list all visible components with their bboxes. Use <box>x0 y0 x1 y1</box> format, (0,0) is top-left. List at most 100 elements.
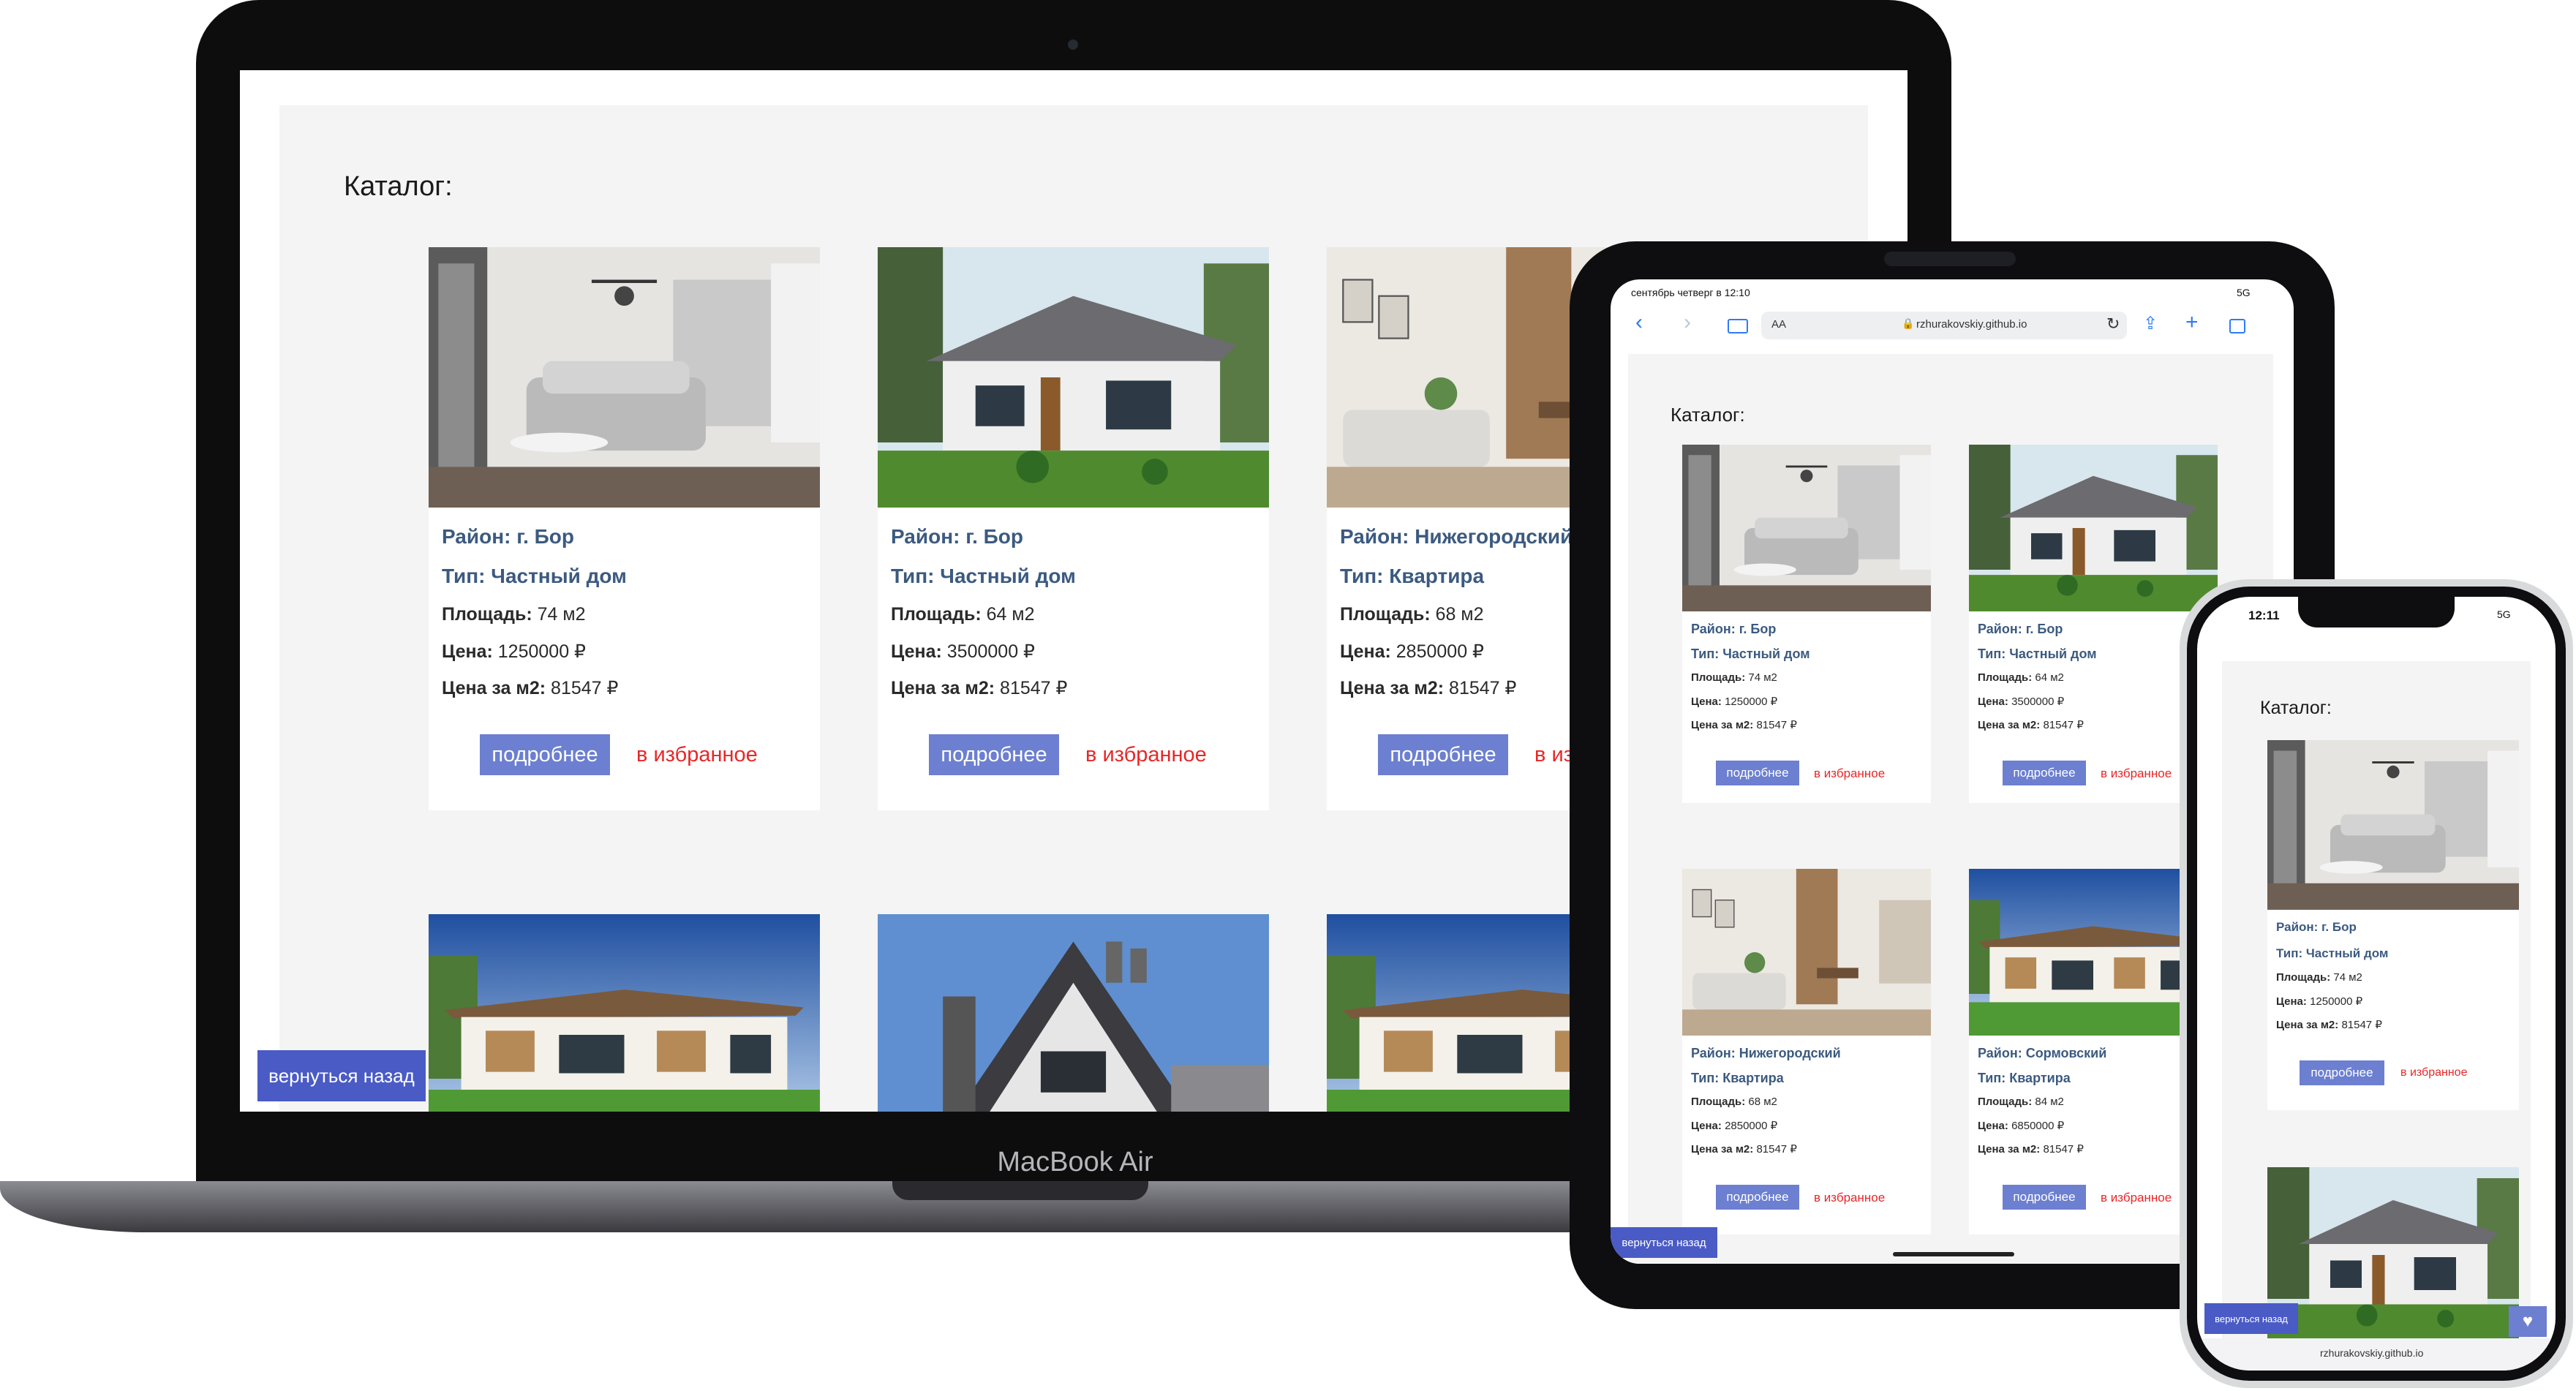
address-url[interactable]: rzhurakovskiy.github.io <box>1916 318 2027 331</box>
tabs-icon[interactable] <box>2229 319 2245 333</box>
listing-price: Цена: 3500000 ₽ <box>891 641 1035 662</box>
tablet-status-time: сентябрь четверг в 12:10 <box>1631 287 1750 298</box>
listing-district: Район: Сормовский <box>1978 1046 2107 1060</box>
listing-price-per-m2: Цена за м2: 81547 ₽ <box>1978 1143 2084 1156</box>
listing-photo-house[interactable] <box>429 914 820 1112</box>
share-icon[interactable]: ⇪ <box>2143 313 2158 334</box>
details-button[interactable]: подробнее <box>2300 1060 2384 1085</box>
listing-type: Тип: Квартира <box>1978 1071 2071 1085</box>
listing-photo-house[interactable] <box>2267 1167 2519 1343</box>
bookmarks-icon[interactable] <box>1728 319 1748 333</box>
listing-photo-interior[interactable] <box>429 247 820 508</box>
listing-card <box>429 914 820 1112</box>
listing-photo-house[interactable] <box>1969 445 2218 611</box>
add-to-favorites-link[interactable]: в избранное <box>2400 1066 2467 1079</box>
phone-status-time: 12:11 <box>2248 608 2280 622</box>
tablet-camera <box>1884 252 2016 266</box>
listing-price-per-m2: Цена за м2: 81547 ₽ <box>442 678 619 698</box>
listing-photo-house[interactable] <box>878 247 1269 508</box>
catalog-title: Каталог: <box>2260 698 2332 718</box>
back-button[interactable]: вернуться назад <box>1611 1227 1717 1258</box>
phone-status-network: 5G <box>2497 608 2511 620</box>
laptop-brand-label: MacBook Air <box>997 1147 1153 1177</box>
text-size-button[interactable]: AA <box>1771 318 1786 331</box>
listing-card <box>2267 1167 2519 1343</box>
add-to-favorites-link[interactable]: в избранное <box>636 743 758 767</box>
add-to-favorites-link[interactable]: в избранное <box>2101 1191 2172 1205</box>
tablet-status-network: 5G <box>2237 287 2251 298</box>
listing-price: Цена: 1250000 ₽ <box>442 641 586 662</box>
new-tab-icon[interactable]: + <box>2185 310 2199 335</box>
listing-card: Район: Нижегородский Тип: Квартира Площа… <box>1682 869 1931 1234</box>
details-button[interactable]: подробнее <box>1716 761 1799 785</box>
listing-photo-interior[interactable] <box>1682 869 1931 1036</box>
listing-card: Район: г. Бор Тип: Частный дом Площадь: … <box>2267 740 2519 1110</box>
listing-type: Тип: Частный дом <box>2276 946 2389 960</box>
catalog-title: Каталог: <box>1671 404 1745 426</box>
listing-area: Площадь: 68 м2 <box>1691 1096 1777 1108</box>
listing-district: Район: Нижегородский <box>1691 1046 1841 1060</box>
catalog-title: Каталог: <box>344 171 453 202</box>
forward-nav-icon[interactable]: › <box>1684 310 1691 335</box>
listing-price-per-m2: Цена за м2: 81547 ₽ <box>891 678 1068 698</box>
add-to-favorites-link[interactable]: в избранное <box>1814 766 1885 781</box>
details-button[interactable]: подробнее <box>929 734 1059 775</box>
listing-area: Площадь: 84 м2 <box>1978 1096 2064 1108</box>
listing-card: Район: г. Бор Тип: Частный дом Площадь: … <box>429 247 820 810</box>
add-to-favorites-link[interactable]: в избранное <box>1814 1191 1885 1205</box>
laptop-notch <box>892 1181 1148 1200</box>
listing-type: Тип: Квартира <box>1691 1071 1784 1085</box>
listing-area: Площадь: 74 м2 <box>1691 671 1777 684</box>
listing-price: Цена: 2850000 ₽ <box>1691 1120 1778 1132</box>
listing-price: Цена: 1250000 ₽ <box>1691 696 1778 708</box>
listing-photo-house[interactable] <box>878 914 1269 1112</box>
listing-district: Район: г. Бор <box>891 525 1023 548</box>
listing-photo-interior[interactable] <box>1682 445 1931 611</box>
listing-price-per-m2: Цена за м2: 81547 ₽ <box>1978 719 2084 731</box>
details-button[interactable]: подробнее <box>2003 761 2086 785</box>
listing-type: Тип: Частный дом <box>891 565 1076 587</box>
listing-price-per-m2: Цена за м2: 81547 ₽ <box>1691 1143 1797 1156</box>
phone-address-url[interactable]: rzhurakovskiy.github.io <box>2320 1347 2423 1359</box>
listing-price: Цена: 6850000 ₽ <box>1978 1120 2065 1132</box>
listing-area: Площадь: 74 м2 <box>2276 971 2362 984</box>
details-button[interactable]: подробнее <box>480 734 610 775</box>
listing-district: Район: г. Бор <box>1978 622 2063 636</box>
add-to-favorites-link[interactable]: в избранное <box>1085 743 1207 767</box>
listing-type: Тип: Квартира <box>1340 565 1485 587</box>
listing-district: Район: г. Бор <box>442 525 574 548</box>
home-indicator <box>1893 1252 2014 1256</box>
lock-icon: 🔒 <box>1902 317 1915 329</box>
back-nav-icon[interactable]: ‹ <box>1635 310 1643 335</box>
phone-screen: 12:11 5G Каталог: Район: г. Бор Тип: Час… <box>2197 597 2556 1371</box>
listing-area: Площадь: 64 м2 <box>1978 671 2064 684</box>
details-button[interactable]: подробнее <box>2003 1185 2086 1210</box>
listing-area: Площадь: 68 м2 <box>1340 604 1484 625</box>
favorites-heart-icon[interactable]: ♥ <box>2509 1306 2547 1337</box>
add-to-favorites-link[interactable]: в избранное <box>2101 766 2172 781</box>
listing-card <box>878 914 1269 1112</box>
listing-price: Цена: 1250000 ₽ <box>2276 995 2363 1008</box>
listing-photo-interior[interactable] <box>2267 740 2519 910</box>
listing-area: Площадь: 74 м2 <box>442 604 586 625</box>
listing-type: Тип: Частный дом <box>442 565 627 587</box>
listing-district: Район: Нижегородский <box>1340 525 1573 548</box>
laptop-camera <box>1068 39 1078 50</box>
back-button[interactable]: вернуться назад <box>257 1050 426 1101</box>
details-button[interactable]: подробнее <box>1378 734 1508 775</box>
listing-type: Тип: Частный дом <box>1691 647 1810 661</box>
listing-type: Тип: Частный дом <box>1978 647 2097 661</box>
listing-district: Район: г. Бор <box>2276 920 2357 934</box>
listing-price-per-m2: Цена за м2: 81547 ₽ <box>1340 678 1517 698</box>
reload-icon[interactable]: ↻ <box>2106 314 2120 333</box>
details-button[interactable]: подробнее <box>1716 1185 1799 1210</box>
listing-price-per-m2: Цена за м2: 81547 ₽ <box>2276 1019 2382 1031</box>
listing-price: Цена: 3500000 ₽ <box>1978 696 2065 708</box>
back-button[interactable]: вернуться назад <box>2204 1303 2298 1334</box>
listing-price: Цена: 2850000 ₽ <box>1340 641 1484 662</box>
phone-device: 12:11 5G Каталог: Район: г. Бор Тип: Час… <box>2180 579 2573 1388</box>
listing-card: Район: г. Бор Тип: Частный дом Площадь: … <box>1682 445 1931 803</box>
listing-price-per-m2: Цена за м2: 81547 ₽ <box>1691 719 1797 731</box>
listing-district: Район: г. Бор <box>1691 622 1777 636</box>
listing-card: Район: г. Бор Тип: Частный дом Площадь: … <box>878 247 1269 810</box>
